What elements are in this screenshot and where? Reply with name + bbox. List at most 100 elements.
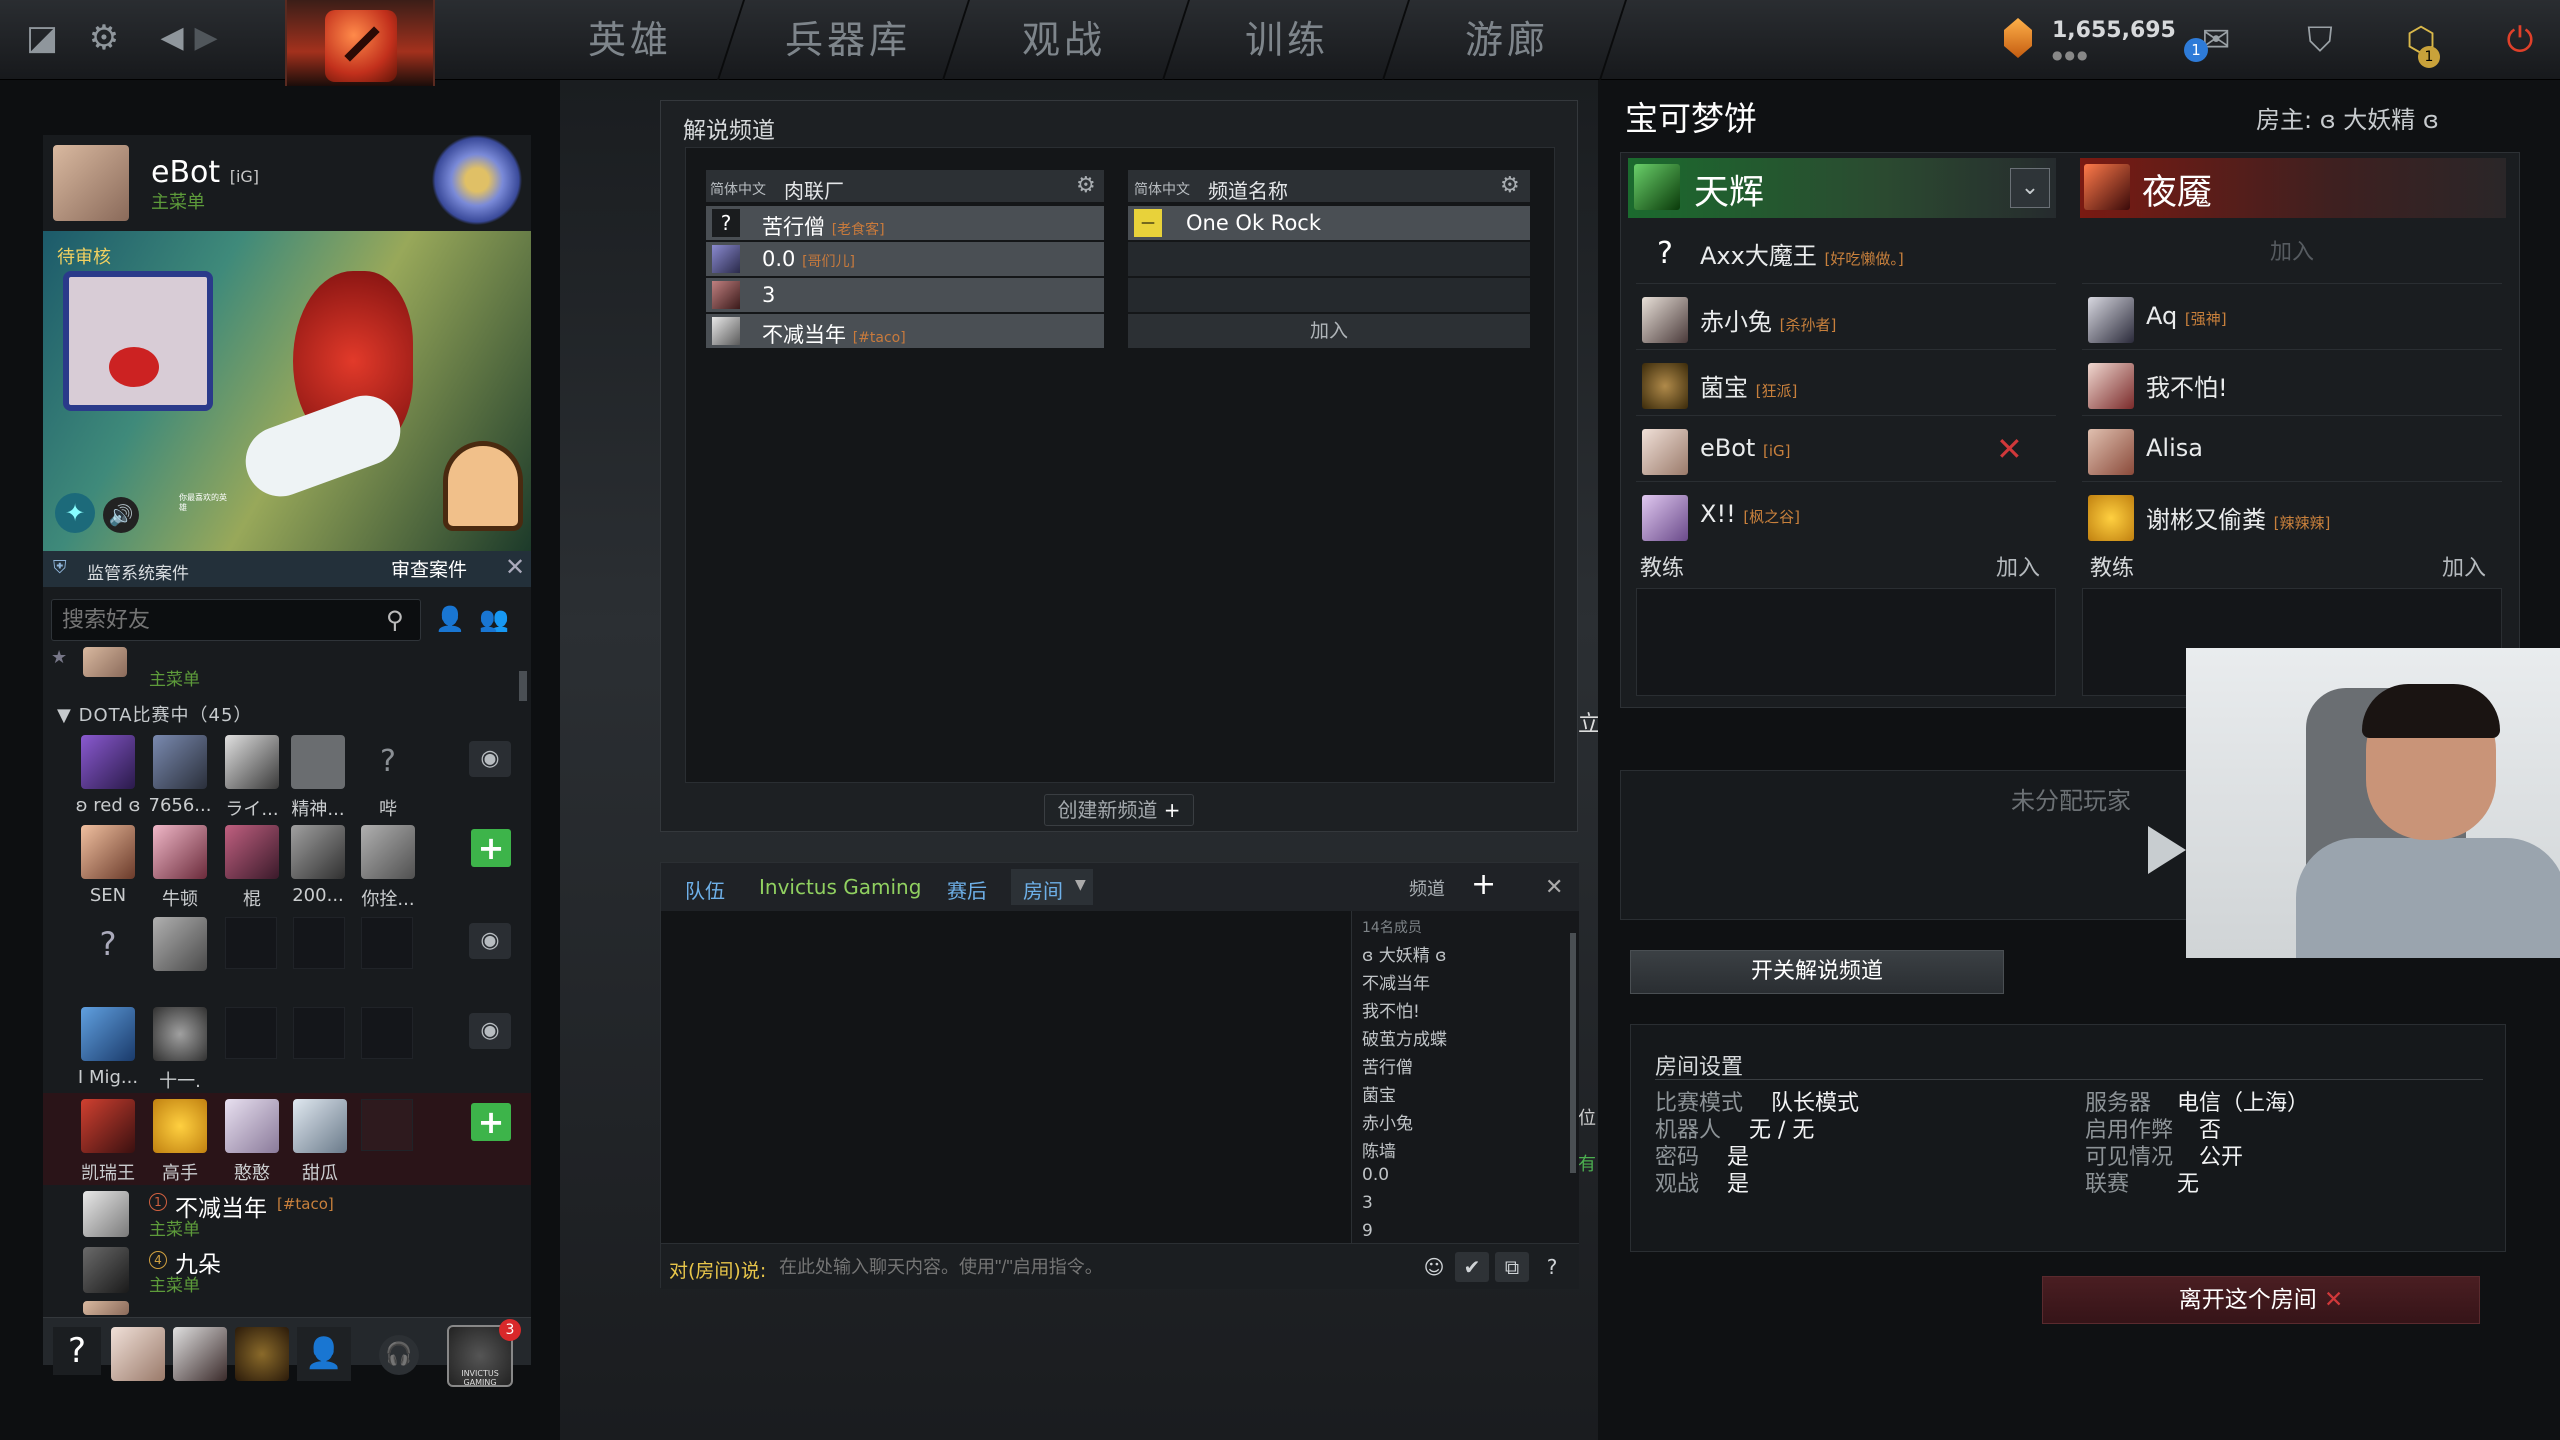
- rank-medal-icon[interactable]: [431, 135, 523, 225]
- dota-logo[interactable]: [285, 0, 435, 86]
- chat-member[interactable]: 破茧方成蝶: [1362, 1025, 1447, 1050]
- gear-icon[interactable]: ⚙: [1500, 173, 1520, 198]
- chevron-down-icon[interactable]: ▼: [1075, 877, 1086, 893]
- emoticon-icon[interactable]: ☺: [1417, 1252, 1451, 1282]
- friend-avatar[interactable]: [83, 647, 127, 677]
- gear-icon[interactable]: ⚙: [1076, 173, 1096, 198]
- friend-avatar[interactable]: [83, 1247, 129, 1293]
- chat-member[interactable]: 菌宝: [1362, 1081, 1396, 1106]
- channel-member-row[interactable]: 0.0 [哥们儿]: [706, 242, 1104, 276]
- radiant-player-slot[interactable]: eBot [iG] ✕: [1636, 420, 2056, 482]
- party-member-avatar[interactable]: [235, 1327, 289, 1381]
- channel-member-row[interactable]: ? 苦行僧 [老食客]: [706, 206, 1104, 240]
- friend-avatar[interactable]: [291, 825, 345, 879]
- nav-tab-arcade[interactable]: 游廊: [1465, 14, 1549, 66]
- spectate-eye-icon[interactable]: ◉: [469, 1013, 511, 1049]
- friend-avatar[interactable]: [81, 825, 135, 879]
- friend-avatar[interactable]: [153, 1099, 207, 1153]
- friend-avatar[interactable]: [81, 1099, 135, 1153]
- radiant-player-slot[interactable]: 赤小兔 [杀孙者]: [1636, 288, 2056, 350]
- chat-member[interactable]: 9: [1362, 1221, 1373, 1239]
- friend-avatar[interactable]: [153, 1007, 207, 1061]
- chat-member[interactable]: 赤小兔: [1362, 1109, 1413, 1134]
- join-slot-button[interactable]: 加入: [2082, 222, 2502, 284]
- coach-join-button[interactable]: 加入: [1996, 550, 2040, 582]
- nav-tab-armory[interactable]: 兵器库: [785, 14, 911, 66]
- join-channel-button[interactable]: 加入: [1128, 314, 1530, 348]
- radiant-player-slot[interactable]: ? Axx大魔王 [好吃懒做。]: [1636, 222, 2056, 284]
- friend-avatar[interactable]: [153, 917, 207, 971]
- friend-search-box[interactable]: ⚲: [51, 599, 421, 641]
- friend-avatar[interactable]: [81, 1007, 135, 1061]
- nav-tab-learn[interactable]: 训练: [1245, 14, 1329, 66]
- profile-avatar[interactable]: [53, 145, 129, 221]
- friend-avatar[interactable]: [83, 1191, 129, 1237]
- friend-avatar[interactable]: [225, 1099, 279, 1153]
- invite-plus-button[interactable]: +: [471, 1103, 511, 1141]
- chat-member[interactable]: 陈墙: [1362, 1137, 1396, 1162]
- chat-member[interactable]: 我不怕!: [1362, 997, 1420, 1022]
- profile-name[interactable]: eBot [iG]: [151, 155, 259, 190]
- close-icon[interactable]: ✕: [505, 553, 525, 581]
- screenshot-icon[interactable]: ⧉: [1495, 1252, 1529, 1282]
- chat-help-icon[interactable]: ?: [1535, 1252, 1569, 1282]
- profile-hero-showcase[interactable]: 待审核 ✦ 🔊 你最喜欢的英雄: [43, 231, 531, 551]
- channel-label[interactable]: 频道: [1409, 875, 1445, 901]
- nav-tab-watch[interactable]: 观战: [1022, 14, 1106, 66]
- chat-tab-team[interactable]: 队伍: [685, 875, 725, 904]
- party-member-avatar[interactable]: [111, 1327, 165, 1381]
- add-channel-icon[interactable]: +: [1471, 867, 1496, 902]
- friend-avatar[interactable]: [81, 735, 135, 789]
- radiant-player-slot[interactable]: X!! [枫之谷]: [1636, 486, 2056, 548]
- chat-member[interactable]: ɞ 大妖精 ɞ: [1362, 941, 1446, 966]
- forward-arrow-icon[interactable]: ▶: [184, 16, 228, 60]
- dota-menu-icon[interactable]: ◪: [20, 16, 64, 60]
- channel-member-row[interactable]: — One Ok Rock: [1128, 206, 1530, 240]
- friend-avatar[interactable]: [153, 825, 207, 879]
- chat-member[interactable]: 苦行僧: [1362, 1053, 1413, 1078]
- create-channel-button[interactable]: 创建新频道 +: [1044, 794, 1194, 826]
- send-check-icon[interactable]: ✔: [1455, 1252, 1489, 1282]
- friend-avatar[interactable]: [361, 825, 415, 879]
- chat-input[interactable]: [779, 1252, 1339, 1282]
- chat-member[interactable]: 3: [1362, 1193, 1373, 1213]
- dire-player-slot[interactable]: 我不怕!: [2082, 354, 2502, 416]
- dire-player-slot[interactable]: 加入: [2082, 222, 2502, 284]
- member-scrollbar[interactable]: [1570, 933, 1576, 1173]
- close-chat-icon[interactable]: ✕: [1545, 875, 1563, 900]
- party-member-avatar[interactable]: [173, 1327, 227, 1381]
- friend-group-header[interactable]: ▼ DOTA比赛中（45）: [57, 701, 252, 727]
- scrollbar[interactable]: [519, 671, 527, 701]
- friend-avatar[interactable]: [291, 735, 345, 789]
- empty-party-slot-icon[interactable]: 👤: [297, 1327, 351, 1381]
- radiant-player-slot[interactable]: 菌宝 [狂派]: [1636, 354, 2056, 416]
- friend-avatar[interactable]: [83, 1301, 129, 1315]
- friend-avatar[interactable]: [225, 825, 279, 879]
- dire-player-slot[interactable]: Aq [强神]: [2082, 288, 2502, 350]
- armory-icon[interactable]: ⛉: [2294, 14, 2346, 66]
- unknown-avatar-icon[interactable]: ?: [361, 735, 415, 789]
- chat-tab-room[interactable]: 房间: [1023, 875, 1063, 904]
- kick-player-icon[interactable]: ✕: [1996, 430, 2023, 468]
- speaker-icon[interactable]: 🔊: [103, 497, 139, 533]
- chat-member[interactable]: 不减当年: [1362, 969, 1430, 994]
- spectate-eye-icon[interactable]: ◉: [469, 741, 511, 777]
- power-icon[interactable]: ⏻: [2494, 14, 2546, 66]
- radiant-coach-slot[interactable]: [1636, 588, 2056, 696]
- search-input[interactable]: [62, 606, 362, 634]
- coach-join-button[interactable]: 加入: [2442, 550, 2486, 582]
- review-case-button[interactable]: 审查案件: [391, 555, 467, 582]
- toggle-caster-channel-button[interactable]: 开关解说频道: [1630, 950, 2004, 994]
- party-member-unknown-icon[interactable]: ?: [53, 1327, 101, 1375]
- friend-avatar[interactable]: [225, 735, 279, 789]
- channel-member-row[interactable]: 3: [706, 278, 1104, 312]
- unknown-avatar-icon[interactable]: ?: [81, 917, 135, 971]
- friend-groups-icon[interactable]: 👥: [479, 605, 509, 633]
- spectate-eye-icon[interactable]: ◉: [469, 923, 511, 959]
- search-icon[interactable]: ⚲: [386, 606, 404, 634]
- headset-icon[interactable]: 🎧: [379, 1335, 419, 1375]
- dire-player-slot[interactable]: 谢彬又偷粪 [辣辣辣]: [2082, 486, 2502, 548]
- leave-lobby-button[interactable]: 离开这个房间 ✕: [2042, 1276, 2480, 1324]
- channel-member-row[interactable]: 不减当年 [#taco]: [706, 314, 1104, 348]
- chat-member[interactable]: 0.0: [1362, 1165, 1389, 1185]
